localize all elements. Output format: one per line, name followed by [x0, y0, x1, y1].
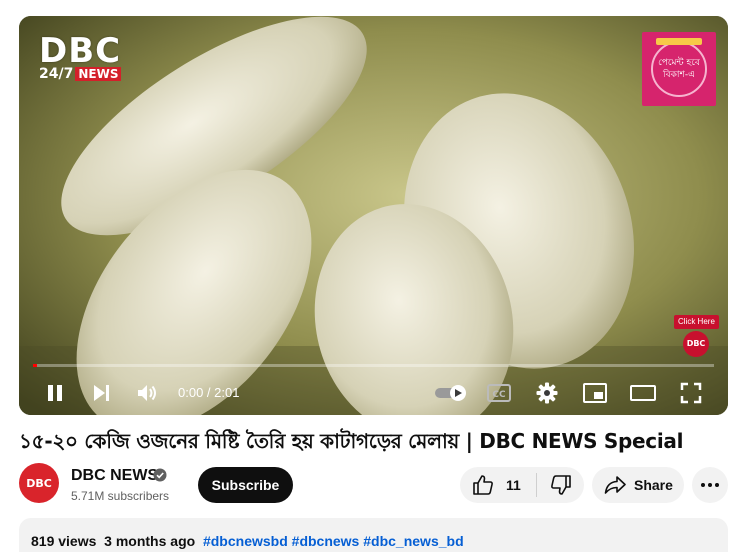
- channel-name[interactable]: DBC NEWS: [71, 466, 158, 486]
- hashtag-link[interactable]: #dbcnews: [292, 533, 360, 549]
- pause-button[interactable]: [39, 377, 71, 409]
- subscribe-button[interactable]: Subscribe: [198, 467, 293, 503]
- miniplayer-icon: [583, 383, 607, 403]
- like-count: 11: [506, 477, 521, 493]
- hashtag-link[interactable]: #dbcnewsbd: [203, 533, 288, 549]
- settings-button[interactable]: [531, 377, 563, 409]
- dbc-logo-247: 24/7: [39, 66, 74, 82]
- click-here-channel-logo[interactable]: DBC: [683, 331, 709, 357]
- mute-button[interactable]: [131, 377, 163, 409]
- channel-avatar[interactable]: DBC: [19, 463, 59, 503]
- video-player[interactable]: DBC 24/7 NEWS পেমেন্ট হবে বিকাশ-এ Click …: [19, 16, 728, 415]
- description-box[interactable]: 819 views 3 months ago #dbcnewsbd #dbcne…: [19, 518, 728, 552]
- click-here-button[interactable]: Click Here: [674, 315, 719, 329]
- captions-button[interactable]: CC: [483, 377, 515, 409]
- view-count: 819 views: [31, 533, 97, 549]
- theater-mode-button[interactable]: [627, 377, 659, 409]
- channel-avatar-text: DBC: [26, 476, 52, 490]
- miniplayer-button[interactable]: [579, 377, 611, 409]
- hashtag-link[interactable]: #dbc_news_bd: [363, 533, 463, 549]
- ad-ribbon: [656, 38, 702, 45]
- dbc-news-watermark: DBC 24/7 NEWS: [39, 34, 147, 82]
- thumbs-up-icon: [473, 475, 493, 495]
- progress-bar[interactable]: [33, 364, 714, 367]
- upload-age: 3 months ago: [104, 533, 196, 549]
- verified-badge-icon: [153, 468, 167, 482]
- thumbs-down-icon: [550, 475, 571, 495]
- gear-icon: [536, 382, 558, 404]
- dbc-logo-news: NEWS: [75, 67, 122, 81]
- video-title: ১৫-২০ কেজি ওজনের মিষ্টি তৈরি হয় কাটাগড়…: [19, 429, 684, 453]
- theater-icon: [630, 385, 656, 401]
- dislike-button[interactable]: [537, 467, 584, 503]
- dbc-logo-text: DBC: [39, 31, 122, 71]
- ad-crescent-icon: পেমেন্ট হবে বিকাশ-এ: [651, 41, 707, 97]
- pause-icon: [48, 385, 62, 401]
- subscriber-count: 5.71M subscribers: [71, 489, 170, 503]
- description-meta: 819 views 3 months ago #dbcnewsbd #dbcne…: [31, 532, 464, 550]
- share-arrow-icon: [604, 476, 626, 494]
- like-dislike-group: 11: [460, 467, 584, 503]
- progress-bar-played: [33, 364, 38, 367]
- skip-next-icon: [94, 385, 109, 401]
- ad-line-1: পেমেন্ট হবে: [658, 58, 700, 68]
- ad-line-2: বিকাশ-এ: [663, 70, 695, 80]
- more-actions-button[interactable]: [692, 467, 728, 503]
- share-button[interactable]: Share: [592, 467, 684, 503]
- next-video-button[interactable]: [85, 377, 117, 409]
- autoplay-toggle[interactable]: [432, 377, 472, 409]
- player-controls: 0:00 / 2:01 CC: [19, 371, 728, 415]
- captions-icon: CC: [487, 384, 511, 402]
- like-button[interactable]: 11: [460, 467, 536, 503]
- fullscreen-button[interactable]: [675, 377, 707, 409]
- bkash-ad-badge[interactable]: পেমেন্ট হবে বিকাশ-এ: [642, 32, 716, 106]
- time-display: 0:00 / 2:01: [178, 385, 240, 400]
- more-horizontal-icon: [701, 483, 719, 487]
- share-label: Share: [634, 477, 673, 493]
- volume-icon: [138, 385, 156, 401]
- fullscreen-icon: [680, 382, 702, 404]
- autoplay-icon: [435, 385, 466, 401]
- svg-text:CC: CC: [492, 390, 506, 400]
